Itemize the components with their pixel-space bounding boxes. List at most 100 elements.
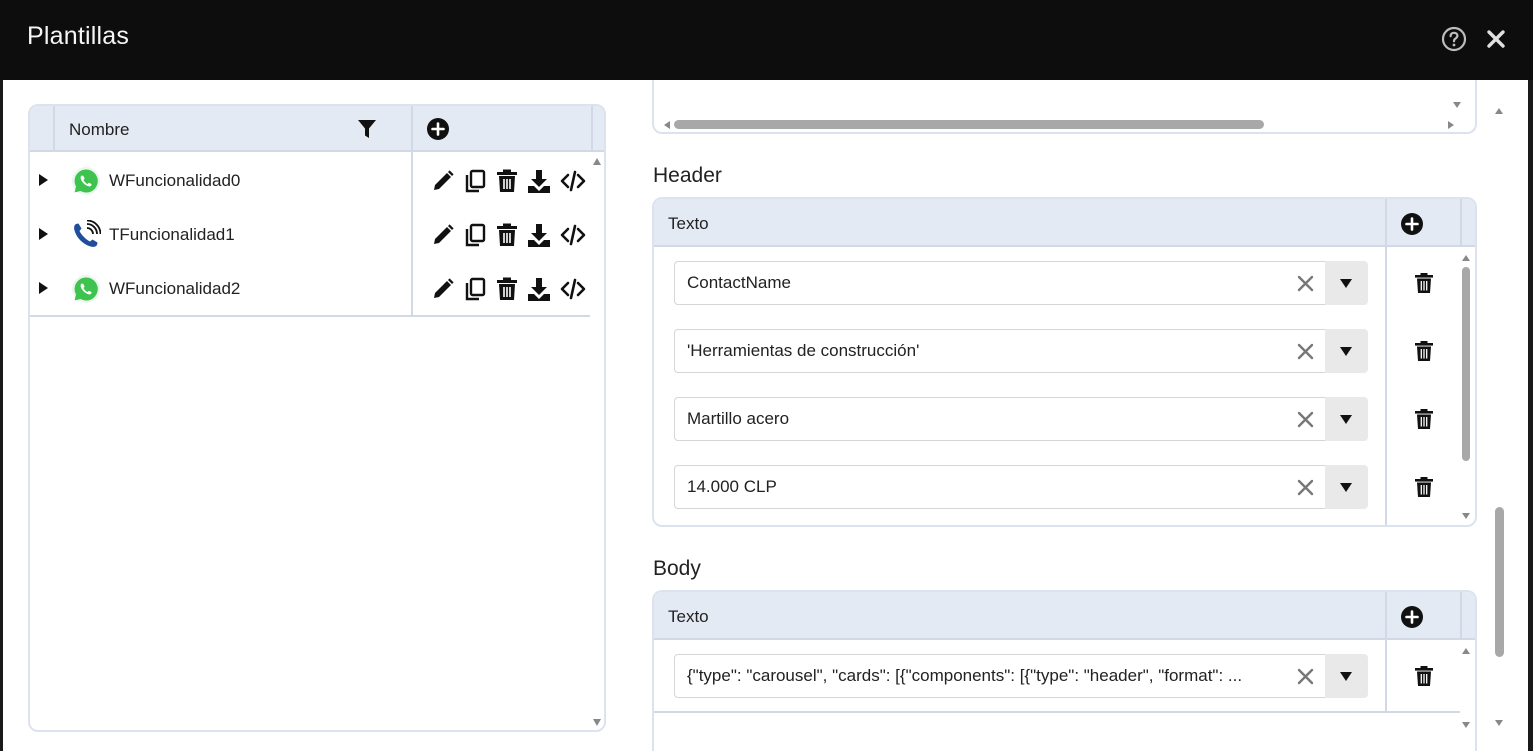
- trash-icon[interactable]: [494, 168, 520, 194]
- grid-scroll-up-arrow[interactable]: [1462, 648, 1470, 654]
- grid-scroll-down-arrow[interactable]: [1462, 722, 1470, 728]
- combobox-value: Martillo acero: [687, 409, 790, 428]
- add-body-text-icon[interactable]: [1400, 605, 1424, 629]
- help-circle-icon[interactable]: [1441, 26, 1467, 52]
- chevron-down-icon: [1340, 347, 1352, 356]
- copy-icon[interactable]: [462, 276, 488, 302]
- clear-icon[interactable]: [1296, 410, 1315, 429]
- row-separator: [654, 711, 1460, 713]
- clear-icon[interactable]: [1296, 478, 1315, 497]
- tree-header: Nombre: [30, 106, 604, 152]
- edit-icon[interactable]: [430, 276, 456, 302]
- body-section-title: Body: [653, 557, 701, 580]
- header-separator-end: [591, 106, 593, 152]
- panel-vertical-scroll-thumb[interactable]: [1495, 507, 1504, 657]
- column-header-nombre[interactable]: Nombre: [69, 120, 129, 140]
- expand-caret-icon[interactable]: [39, 228, 48, 240]
- grid-scroll-up-arrow[interactable]: [1462, 255, 1470, 261]
- scroll-right-arrow[interactable]: [1448, 121, 1454, 129]
- actions-column-separator: [1385, 247, 1387, 525]
- header-text-combobox[interactable]: 'Herramientas de construcción': [674, 329, 1368, 373]
- trash-icon[interactable]: [494, 222, 520, 248]
- tree-row[interactable]: TFuncionalidad1: [30, 208, 590, 262]
- code-icon[interactable]: [560, 168, 586, 194]
- dropdown-button[interactable]: [1325, 397, 1368, 441]
- column-header-texto: Texto: [668, 607, 709, 626]
- edit-icon[interactable]: [430, 222, 456, 248]
- scroll-left-arrow[interactable]: [664, 121, 670, 129]
- whatsapp-icon: [72, 275, 100, 303]
- trash-icon[interactable]: [1414, 476, 1434, 498]
- add-header-text-icon[interactable]: [1400, 212, 1424, 236]
- horizontal-scroll-thumb[interactable]: [674, 120, 1264, 129]
- tree-row[interactable]: WFuncionalidad2: [30, 262, 590, 316]
- close-icon[interactable]: [1484, 27, 1508, 51]
- template-name: TFuncionalidad1: [109, 225, 235, 244]
- dropdown-button[interactable]: [1325, 261, 1368, 305]
- dropdown-button[interactable]: [1325, 329, 1368, 373]
- tree-scroll-up-arrow[interactable]: [593, 158, 601, 165]
- combobox-value: ContactName: [687, 273, 791, 292]
- filter-icon[interactable]: [356, 118, 378, 140]
- column-header-texto: Texto: [668, 214, 709, 233]
- body-texts-grid: Texto {"type": "carousel", "cards": [{"c…: [652, 590, 1477, 751]
- code-icon[interactable]: [560, 222, 586, 248]
- panel-scroll-up-arrow[interactable]: [1495, 108, 1503, 114]
- combobox-value: 'Herramientas de construcción': [687, 341, 920, 360]
- dialog-left-edge: [0, 80, 3, 751]
- clear-icon[interactable]: [1296, 342, 1315, 361]
- tree-row[interactable]: WFuncionalidad0: [30, 154, 590, 208]
- dropdown-button[interactable]: [1325, 654, 1368, 698]
- edit-icon[interactable]: [430, 168, 456, 194]
- download-icon[interactable]: [526, 222, 552, 248]
- clear-icon[interactable]: [1296, 667, 1315, 686]
- body-grid-header: Texto: [654, 592, 1475, 640]
- header-texts-grid: Texto ContactName 'Herramientas de const…: [652, 197, 1477, 527]
- template-name: WFuncionalidad2: [109, 279, 241, 298]
- tree-scroll-down-arrow[interactable]: [593, 719, 601, 726]
- copy-icon[interactable]: [462, 222, 488, 248]
- code-icon[interactable]: [560, 276, 586, 302]
- expand-caret-icon[interactable]: [39, 174, 48, 186]
- combobox-value: {"type": "carousel", "cards": [{"compone…: [687, 666, 1243, 685]
- header-text-combobox[interactable]: ContactName: [674, 261, 1368, 305]
- chevron-down-icon: [1340, 483, 1352, 492]
- body-text-combobox[interactable]: {"type": "carousel", "cards": [{"compone…: [674, 654, 1368, 698]
- trash-icon[interactable]: [1414, 272, 1434, 294]
- whatsapp-icon: [72, 167, 100, 195]
- header-separator-end: [1460, 592, 1462, 640]
- trash-icon[interactable]: [494, 276, 520, 302]
- preview-box: [652, 80, 1477, 134]
- trash-icon[interactable]: [1414, 408, 1434, 430]
- template-name: WFuncionalidad0: [109, 171, 241, 190]
- add-template-icon[interactable]: [426, 117, 450, 141]
- trash-icon[interactable]: [1414, 665, 1434, 687]
- templates-dialog: Plantillas Nombre WFuncionalidad0 TFunci…: [0, 0, 1533, 751]
- clear-icon[interactable]: [1296, 274, 1315, 293]
- panel-scroll-down-arrow[interactable]: [1495, 720, 1503, 726]
- download-icon[interactable]: [526, 276, 552, 302]
- trash-icon[interactable]: [1414, 340, 1434, 362]
- header-grid-header: Texto: [654, 199, 1475, 247]
- header-separator: [1385, 592, 1387, 640]
- download-icon[interactable]: [526, 168, 552, 194]
- actions-column-separator: [1385, 640, 1387, 712]
- dialog-right-edge: [1528, 80, 1533, 751]
- chevron-down-icon: [1340, 672, 1352, 681]
- dialog-title: Plantillas: [27, 22, 130, 50]
- expand-caret-icon[interactable]: [39, 282, 48, 294]
- copy-icon[interactable]: [462, 168, 488, 194]
- header-text-combobox[interactable]: Martillo acero: [674, 397, 1368, 441]
- chevron-down-icon: [1340, 279, 1352, 288]
- dialog-titlebar: Plantillas: [0, 0, 1533, 80]
- grid-vertical-scroll-thumb[interactable]: [1462, 267, 1470, 461]
- horizontal-scrollbar[interactable]: [664, 120, 1454, 129]
- combobox-value: 14.000 CLP: [687, 477, 777, 496]
- header-separator-end: [1460, 199, 1462, 247]
- header-section-title: Header: [653, 164, 722, 187]
- preview-scroll-down-arrow[interactable]: [1453, 102, 1461, 108]
- phone-call-icon: [74, 220, 101, 247]
- dropdown-button[interactable]: [1325, 465, 1368, 509]
- header-text-combobox[interactable]: 14.000 CLP: [674, 465, 1368, 509]
- grid-scroll-down-arrow[interactable]: [1462, 513, 1470, 519]
